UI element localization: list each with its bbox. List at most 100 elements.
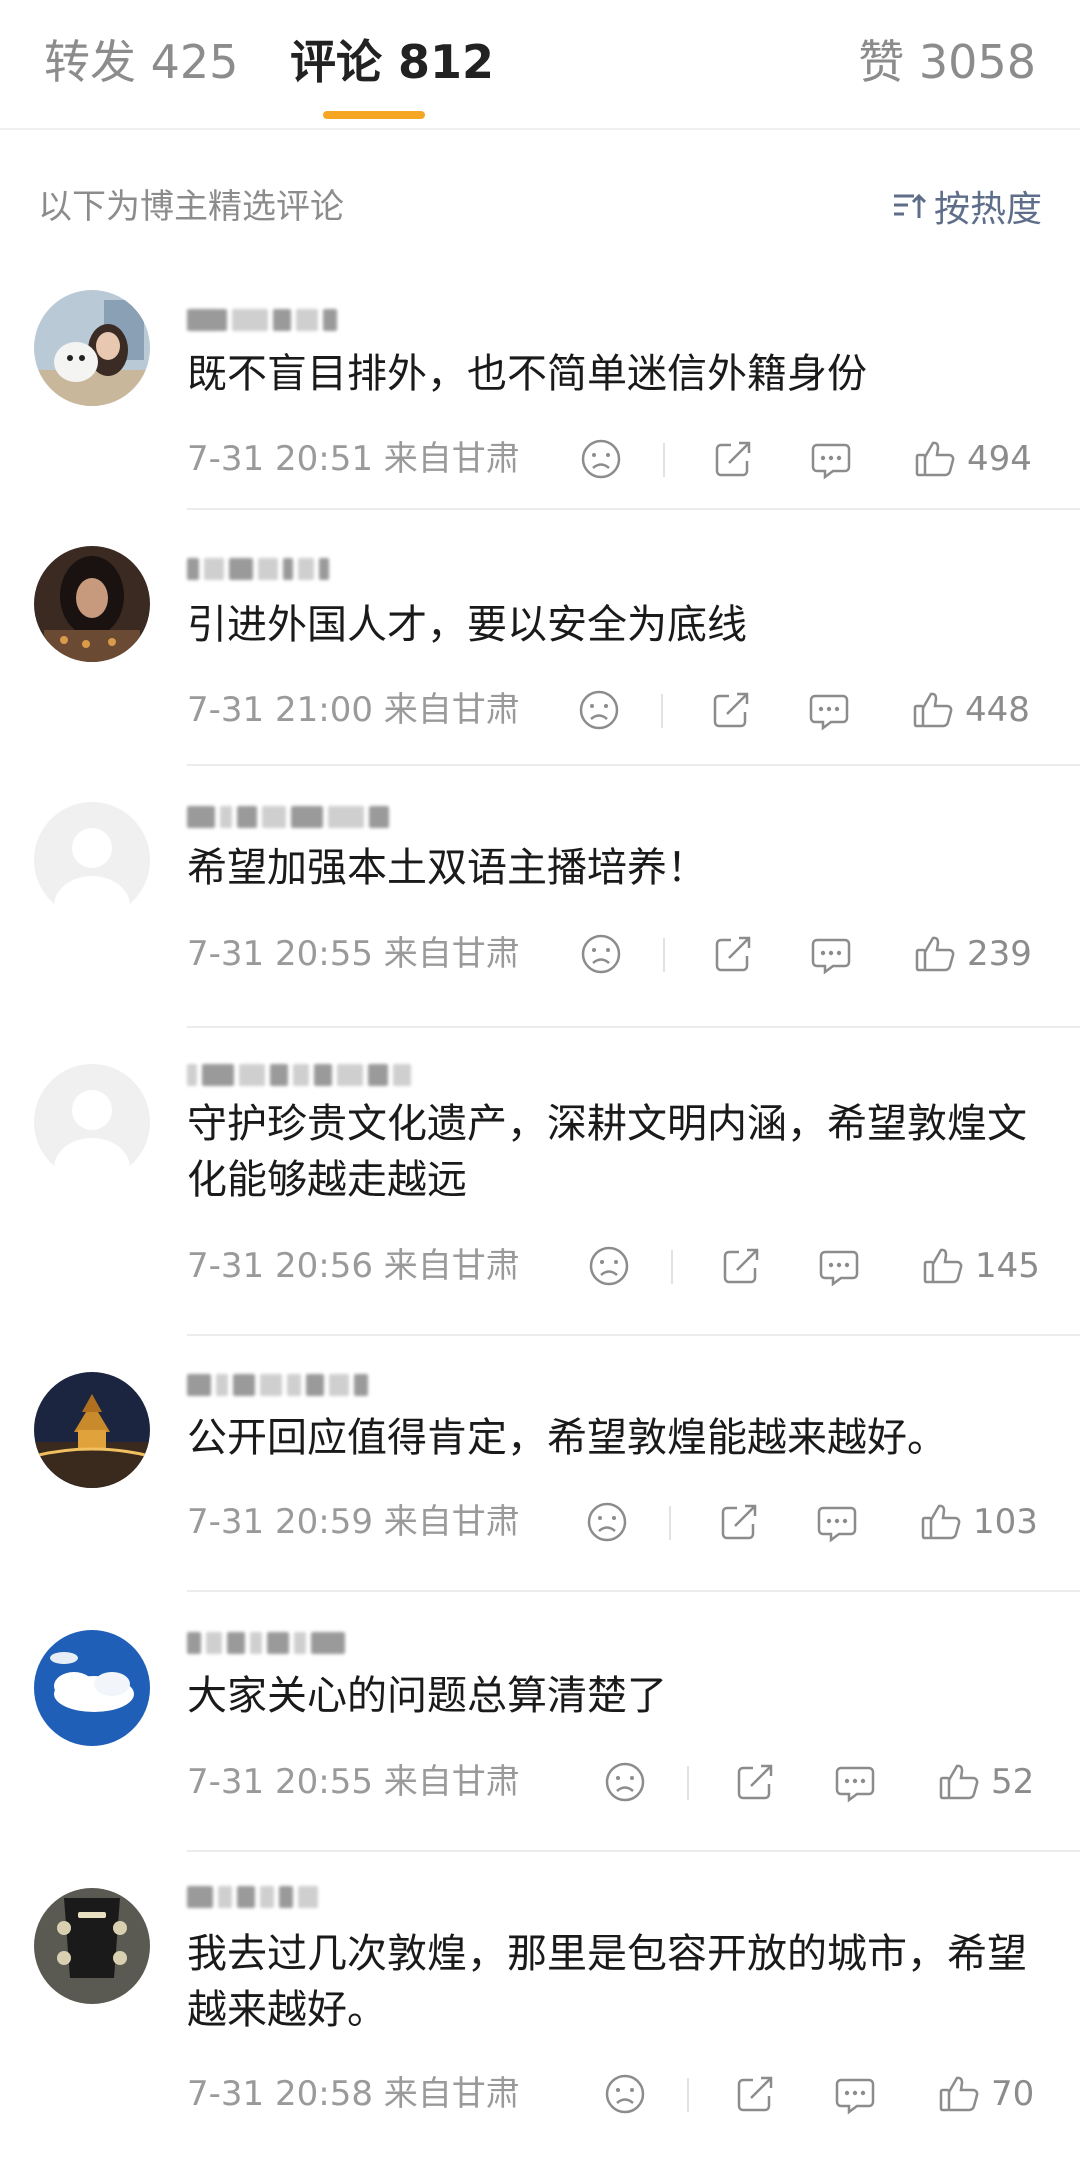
avatar[interactable] [34, 1372, 150, 1488]
action-divider [671, 1250, 673, 1284]
tab-likes[interactable]: 赞 3058 [858, 30, 1036, 94]
comment-bubble-icon [811, 443, 851, 480]
share-button[interactable] [709, 682, 753, 738]
sad-face-icon [605, 1762, 645, 1802]
avatar[interactable] [34, 1064, 150, 1180]
username-obscured[interactable] [187, 305, 342, 335]
share-icon [715, 936, 751, 972]
avatar[interactable] [34, 1630, 150, 1746]
sort-by-heat-button[interactable]: 按热度 [892, 180, 1042, 232]
action-divider [687, 1766, 689, 1800]
comment-divider [187, 1026, 1080, 1028]
like-button[interactable]: 52 [937, 1754, 1034, 1810]
dislike-button[interactable] [577, 682, 621, 738]
thumbs-up-icon [923, 1248, 963, 1284]
like-button[interactable]: 70 [937, 2066, 1034, 2122]
comment-timestamp: 7-31 20:55 来自甘肃 [187, 1762, 520, 1802]
share-button[interactable] [733, 1754, 777, 1810]
comment-bubble-icon [817, 1506, 857, 1543]
share-icon [737, 1764, 773, 1800]
comment-bubble-icon [819, 1250, 859, 1287]
thumbs-up-icon [915, 936, 955, 972]
comment-item: 守护珍贵文化遗产，深耕文明内涵，希望敦煌文化能够越走越远 7-31 20:56 … [0, 1044, 1080, 1336]
reply-button[interactable] [833, 1754, 877, 1810]
tab-repost[interactable]: 转发 425 [44, 30, 238, 94]
reply-button[interactable] [815, 1494, 859, 1550]
share-button[interactable] [733, 2066, 777, 2122]
sad-face-icon [605, 2074, 645, 2114]
like-count: 103 [973, 1502, 1038, 1542]
comment-text: 希望加强本土双语主播培养！ [187, 845, 707, 891]
reply-button[interactable] [809, 926, 853, 982]
share-icon [713, 692, 749, 728]
username-obscured[interactable] [187, 1370, 373, 1400]
share-button[interactable] [711, 431, 755, 487]
avatar[interactable] [34, 546, 150, 662]
like-button[interactable]: 103 [919, 1494, 1038, 1550]
share-icon [723, 1248, 759, 1284]
username-obscured[interactable] [187, 554, 334, 584]
comment-item: 大家关心的问题总算清楚了 7-31 20:55 来自甘肃 52 [0, 1612, 1080, 1852]
action-divider [687, 2078, 689, 2112]
active-tab-indicator [323, 111, 425, 119]
username-obscured[interactable] [187, 802, 394, 832]
like-button[interactable]: 448 [911, 682, 1030, 738]
like-button[interactable]: 145 [921, 1238, 1040, 1294]
comment-timestamp: 7-31 20:59 来自甘肃 [187, 1502, 520, 1542]
comment-meta: 7-31 20:55 来自甘肃 239 [187, 926, 1043, 982]
dislike-button[interactable] [603, 2066, 647, 2122]
thumbs-up-icon [915, 441, 955, 477]
thumbs-up-icon [939, 1764, 979, 1800]
comment-timestamp: 7-31 20:56 来自甘肃 [187, 1246, 520, 1286]
avatar[interactable] [34, 1888, 150, 2004]
sort-label: 按热度 [933, 189, 1042, 230]
comment-timestamp: 7-31 20:58 来自甘肃 [187, 2074, 520, 2114]
comment-item: 希望加强本土双语主播培养！ 7-31 20:55 来自甘肃 239 [0, 788, 1080, 1028]
tab-comments[interactable]: 评论 812 [290, 30, 494, 94]
share-icon [737, 2076, 773, 2112]
comment-meta: 7-31 20:51 来自甘肃 494 [187, 431, 1043, 487]
sad-face-icon [581, 934, 621, 974]
like-count: 70 [991, 2074, 1035, 2114]
username-obscured[interactable] [187, 1882, 323, 1912]
reply-button[interactable] [817, 1238, 861, 1294]
username-obscured[interactable] [187, 1628, 350, 1658]
sort-icon [893, 193, 926, 218]
username-obscured[interactable] [187, 1060, 416, 1090]
comment-meta: 7-31 21:00 来自甘肃 448 [187, 682, 1043, 738]
comment-divider [187, 1850, 1080, 1852]
reply-button[interactable] [807, 682, 851, 738]
avatar[interactable] [34, 802, 150, 918]
comment-timestamp: 7-31 21:00 来自甘肃 [187, 690, 520, 730]
reply-button[interactable] [809, 431, 853, 487]
share-button[interactable] [719, 1238, 763, 1294]
like-button[interactable]: 494 [913, 431, 1032, 487]
dislike-button[interactable] [585, 1494, 629, 1550]
section-title: 以下为博主精选评论 [38, 187, 344, 227]
like-count: 52 [991, 1762, 1035, 1802]
dislike-button[interactable] [603, 1754, 647, 1810]
like-button[interactable]: 239 [913, 926, 1032, 982]
sad-face-icon [579, 690, 619, 730]
dislike-button[interactable] [587, 1238, 631, 1294]
comment-text: 公开回应值得肯定，希望敦煌能越来越好。 [187, 1415, 947, 1461]
share-button[interactable] [711, 926, 755, 982]
reply-button[interactable] [833, 2066, 877, 2122]
like-count: 494 [967, 439, 1032, 479]
action-divider [663, 938, 665, 972]
sad-face-icon [589, 1246, 629, 1286]
comment-item: 引进外国人才，要以安全为底线 7-31 21:00 来自甘肃 448 [0, 532, 1080, 766]
comment-meta: 7-31 20:56 来自甘肃 145 [187, 1238, 1043, 1294]
comment-bubble-icon [811, 938, 851, 975]
comment-text: 我去过几次敦煌，那里是包容开放的城市，希望越来越好。 [187, 1931, 1027, 2033]
comment-item: 既不盲目排外，也不简单迷信外籍身份 7-31 20:51 来自甘肃 494 [0, 278, 1080, 510]
share-button[interactable] [717, 1494, 761, 1550]
dislike-button[interactable] [579, 926, 623, 982]
like-count: 145 [975, 1246, 1040, 1286]
avatar[interactable] [34, 290, 150, 406]
comment-divider [187, 1334, 1080, 1336]
comment-item: 我去过几次敦煌，那里是包容开放的城市，希望越来越好。 7-31 20:58 来自… [0, 1870, 1080, 2160]
dislike-button[interactable] [579, 431, 623, 487]
comment-bubble-icon [835, 2078, 875, 2115]
action-divider [661, 694, 663, 728]
